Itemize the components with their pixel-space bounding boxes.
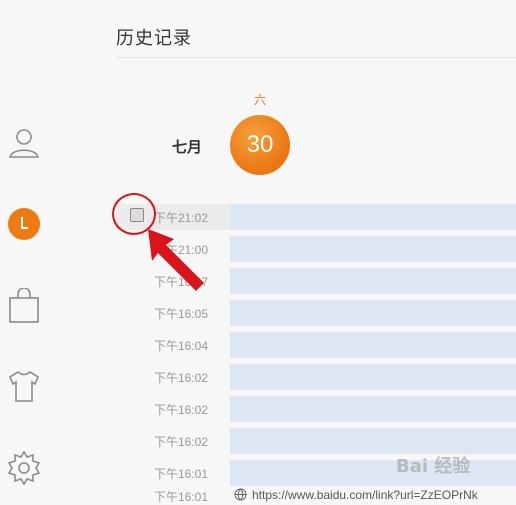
user-icon[interactable]: [6, 124, 42, 160]
history-row[interactable]: 下午16:04: [116, 332, 516, 358]
month-label: 七月: [172, 139, 203, 156]
annotation-arrow-icon: [148, 229, 204, 291]
history-row[interactable]: 下午16:05: [116, 300, 516, 326]
row-entry[interactable]: [230, 460, 516, 486]
history-row[interactable]: 下午16:02: [116, 428, 516, 454]
shirt-icon[interactable]: [6, 368, 42, 404]
gear-icon[interactable]: [6, 450, 42, 486]
bag-icon[interactable]: [6, 288, 42, 324]
clock-icon[interactable]: [8, 208, 40, 240]
row-time: 下午16:02: [153, 403, 208, 417]
row-entry[interactable]: [230, 396, 516, 422]
row-entry[interactable]: [230, 332, 516, 358]
weekday-label: 六: [254, 93, 267, 107]
row-time: 下午16:05: [153, 307, 208, 321]
row-entry[interactable]: [230, 268, 516, 294]
globe-icon: [234, 488, 247, 501]
page-title: 历史记录: [116, 28, 192, 48]
row-entry[interactable]: [230, 428, 516, 454]
watermark: Bai 经验: [396, 456, 471, 477]
history-row[interactable]: 下午16:02: [116, 364, 516, 390]
row-entry[interactable]: [230, 300, 516, 326]
row-time: 下午16:01: [153, 467, 208, 481]
row-time: 下午16:02: [153, 371, 208, 385]
history-row[interactable]: 下午16:01 https://www.baidu.com/link?url=Z…: [116, 488, 516, 504]
row-time: 下午16:02: [153, 435, 208, 449]
row-entry[interactable]: [230, 364, 516, 390]
history-row[interactable]: 下午16:02: [116, 396, 516, 422]
day-badge: 30: [230, 115, 290, 175]
row-time: 下午16:01: [153, 490, 208, 504]
row-entry[interactable]: [230, 204, 516, 230]
row-entry[interactable]: [230, 236, 516, 262]
title-divider: [116, 57, 516, 58]
row-url[interactable]: https://www.baidu.com/link?url=ZzEOPrNk: [252, 488, 478, 502]
row-time: 下午16:04: [153, 339, 208, 353]
